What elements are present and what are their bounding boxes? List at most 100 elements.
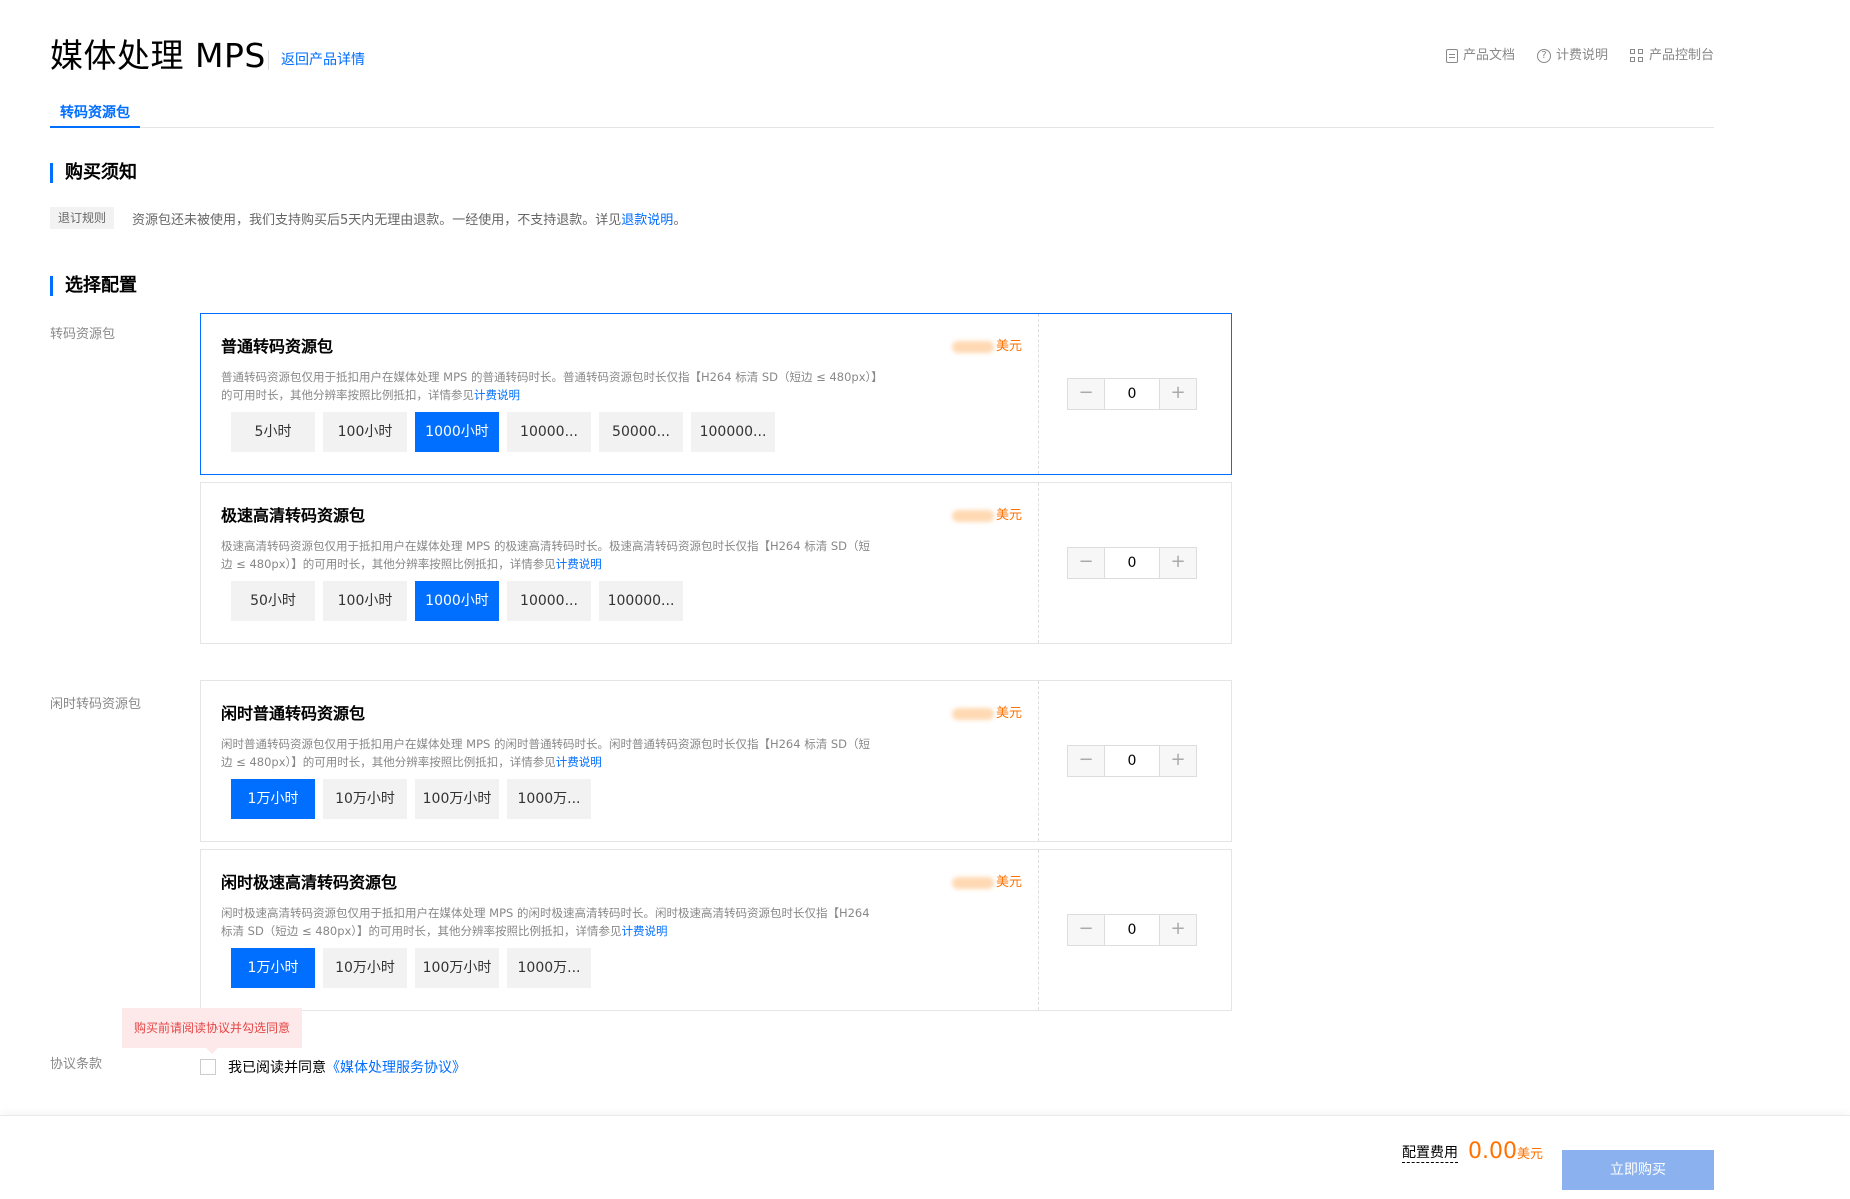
- duration-option[interactable]: 1000万...: [507, 948, 591, 988]
- fee-label[interactable]: 配置费用: [1402, 1144, 1458, 1163]
- price-value-blurred: [951, 510, 994, 522]
- duration-option[interactable]: 50小时: [231, 581, 315, 621]
- price-unit: 美元: [995, 875, 1022, 890]
- agreement-warning-tooltip: 购买前请阅读协议并勾选同意: [122, 1008, 302, 1054]
- decrease-button[interactable]: −: [1068, 915, 1104, 945]
- price-value-blurred: [951, 341, 994, 353]
- billing-info-label: 计费说明: [1555, 48, 1608, 63]
- duration-option-selected[interactable]: 1万小时: [231, 948, 315, 988]
- increase-button[interactable]: +: [1160, 746, 1196, 776]
- card-desc-text: 极速高清转码资源包仅用于抵扣用户在媒体处理 MPS 的极速高清转码时长。极速高清…: [221, 539, 871, 571]
- duration-option[interactable]: 100万小时: [415, 779, 499, 819]
- price: 美元: [951, 507, 1022, 525]
- increase-button[interactable]: +: [1160, 548, 1196, 578]
- document-icon: [1445, 49, 1458, 63]
- card-main: 闲时极速高清转码资源包 美元 闲时极速高清转码资源包仅用于抵扣用户在媒体处理 M…: [201, 850, 1039, 1010]
- agreement-label: 协议条款: [50, 1057, 103, 1072]
- card-desc-text: 闲时极速高清转码资源包仅用于抵扣用户在媒体处理 MPS 的闲时极速高清转码时长。…: [221, 906, 870, 938]
- fee-unit: 美元: [1516, 1147, 1543, 1162]
- card-description: 极速高清转码资源包仅用于抵扣用户在媒体处理 MPS 的极速高清转码时长。极速高清…: [221, 537, 881, 573]
- fee-amount-value: 0.00: [1468, 1139, 1517, 1164]
- billing-link[interactable]: 计费说明: [474, 388, 520, 402]
- card-description: 普通转码资源包仅用于抵扣用户在媒体处理 MPS 的普通转码时长。普通转码资源包时…: [221, 368, 881, 404]
- price-unit: 美元: [995, 339, 1022, 354]
- duration-option[interactable]: 10000...: [507, 412, 591, 452]
- quantity-stepper: − 0 +: [1067, 547, 1197, 579]
- price: 美元: [951, 705, 1022, 723]
- agreement-checkbox[interactable]: [200, 1059, 216, 1075]
- decrease-button[interactable]: −: [1068, 548, 1104, 578]
- card-main: 闲时普通转码资源包 美元 闲时普通转码资源包仅用于抵扣用户在媒体处理 MPS 的…: [201, 681, 1039, 841]
- tab-transcode-package[interactable]: 转码资源包: [50, 104, 140, 128]
- price-value-blurred: [951, 708, 994, 720]
- agreement-row: 我已阅读并同意《媒体处理服务协议》: [200, 1057, 466, 1077]
- quantity-input[interactable]: 0: [1104, 379, 1160, 409]
- duration-options: 50小时 100小时 1000小时 10000... 100000...: [231, 581, 683, 621]
- increase-button[interactable]: +: [1160, 379, 1196, 409]
- card-title: 普通转码资源包: [221, 337, 334, 356]
- card-title: 闲时普通转码资源包: [221, 704, 366, 723]
- card-desc-text: 闲时普通转码资源包仅用于抵扣用户在媒体处理 MPS 的闲时普通转码时长。闲时普通…: [221, 737, 871, 769]
- help-circle-icon: ?: [1536, 49, 1551, 63]
- refund-rule-tag: 退订规则: [50, 207, 115, 229]
- duration-options: 1万小时 10万小时 100万小时 1000万...: [231, 779, 591, 819]
- billing-link[interactable]: 计费说明: [622, 924, 668, 938]
- package-card-idle-fast-hd[interactable]: 闲时极速高清转码资源包 美元 闲时极速高清转码资源包仅用于抵扣用户在媒体处理 M…: [200, 849, 1232, 1011]
- duration-option[interactable]: 100小时: [323, 581, 407, 621]
- transcode-group-label: 转码资源包: [50, 327, 116, 342]
- card-title: 闲时极速高清转码资源包: [221, 873, 398, 892]
- header-links: 产品文档 ? 计费说明 产品控制台: [1445, 47, 1714, 65]
- tab-bar: 转码资源包: [50, 98, 1714, 128]
- price-unit: 美元: [995, 706, 1022, 721]
- buy-now-button[interactable]: 立即购买: [1562, 1150, 1714, 1190]
- card-title: 极速高清转码资源包: [221, 506, 366, 525]
- duration-option-selected[interactable]: 1万小时: [231, 779, 315, 819]
- billing-link[interactable]: 计费说明: [556, 755, 602, 769]
- header: 媒体处理 MPS 返回产品详情 产品文档 ? 计费说明 产品控制台: [50, 34, 1714, 84]
- duration-option[interactable]: 10万小时: [323, 948, 407, 988]
- fee-amount: 0.00美元: [1468, 1138, 1543, 1169]
- package-card-idle-standard[interactable]: 闲时普通转码资源包 美元 闲时普通转码资源包仅用于抵扣用户在媒体处理 MPS 的…: [200, 680, 1232, 842]
- duration-option[interactable]: 5小时: [231, 412, 315, 452]
- increase-button[interactable]: +: [1160, 915, 1196, 945]
- quantity-stepper: − 0 +: [1067, 745, 1197, 777]
- quantity-input[interactable]: 0: [1104, 548, 1160, 578]
- service-agreement-link[interactable]: 《媒体处理服务协议》: [326, 1060, 466, 1076]
- price: 美元: [951, 338, 1022, 356]
- package-card-standard[interactable]: 普通转码资源包 美元 普通转码资源包仅用于抵扣用户在媒体处理 MPS 的普通转码…: [200, 313, 1232, 475]
- billing-info-link[interactable]: ? 计费说明: [1536, 47, 1608, 65]
- duration-option[interactable]: 10000...: [507, 581, 591, 621]
- quantity-stepper: − 0 +: [1067, 914, 1197, 946]
- duration-option[interactable]: 50000...: [599, 412, 683, 452]
- page-title: 媒体处理 MPS: [50, 36, 266, 75]
- price: 美元: [951, 874, 1022, 892]
- duration-option-selected[interactable]: 1000小时: [415, 581, 499, 621]
- billing-link[interactable]: 计费说明: [556, 557, 602, 571]
- card-description: 闲时普通转码资源包仅用于抵扣用户在媒体处理 MPS 的闲时普通转码时长。闲时普通…: [221, 735, 881, 771]
- quantity-input[interactable]: 0: [1104, 915, 1160, 945]
- duration-option[interactable]: 100000...: [691, 412, 775, 452]
- duration-options: 5小时 100小时 1000小时 10000... 50000... 10000…: [231, 412, 775, 452]
- duration-option[interactable]: 100小时: [323, 412, 407, 452]
- card-description: 闲时极速高清转码资源包仅用于抵扣用户在媒体处理 MPS 的闲时极速高清转码时长。…: [221, 904, 881, 940]
- notice-text-wrap: 资源包还未被使用，我们支持购买后5天内无理由退款。一经使用，不支持退款。详见退款…: [132, 209, 686, 228]
- duration-option[interactable]: 1000万...: [507, 779, 591, 819]
- duration-option[interactable]: 10万小时: [323, 779, 407, 819]
- duration-option[interactable]: 100000...: [599, 581, 683, 621]
- decrease-button[interactable]: −: [1068, 746, 1104, 776]
- back-to-product-link[interactable]: 返回产品详情: [268, 50, 365, 70]
- refund-policy-link[interactable]: 退款说明: [621, 213, 673, 228]
- console-link[interactable]: 产品控制台: [1629, 47, 1714, 65]
- notice-suffix: 。: [673, 212, 687, 228]
- quantity-stepper: − 0 +: [1067, 378, 1197, 410]
- product-docs-link[interactable]: 产品文档: [1445, 47, 1515, 65]
- page: 媒体处理 MPS 返回产品详情 产品文档 ? 计费说明 产品控制台 转码资源包: [0, 0, 1850, 1199]
- quantity-input[interactable]: 0: [1104, 746, 1160, 776]
- package-card-fast-hd[interactable]: 极速高清转码资源包 美元 极速高清转码资源包仅用于抵扣用户在媒体处理 MPS 的…: [200, 482, 1232, 644]
- duration-options: 1万小时 10万小时 100万小时 1000万...: [231, 948, 591, 988]
- card-main: 极速高清转码资源包 美元 极速高清转码资源包仅用于抵扣用户在媒体处理 MPS 的…: [201, 483, 1039, 643]
- decrease-button[interactable]: −: [1068, 379, 1104, 409]
- duration-option[interactable]: 100万小时: [415, 948, 499, 988]
- duration-option-selected[interactable]: 1000小时: [415, 412, 499, 452]
- price-unit: 美元: [995, 508, 1022, 523]
